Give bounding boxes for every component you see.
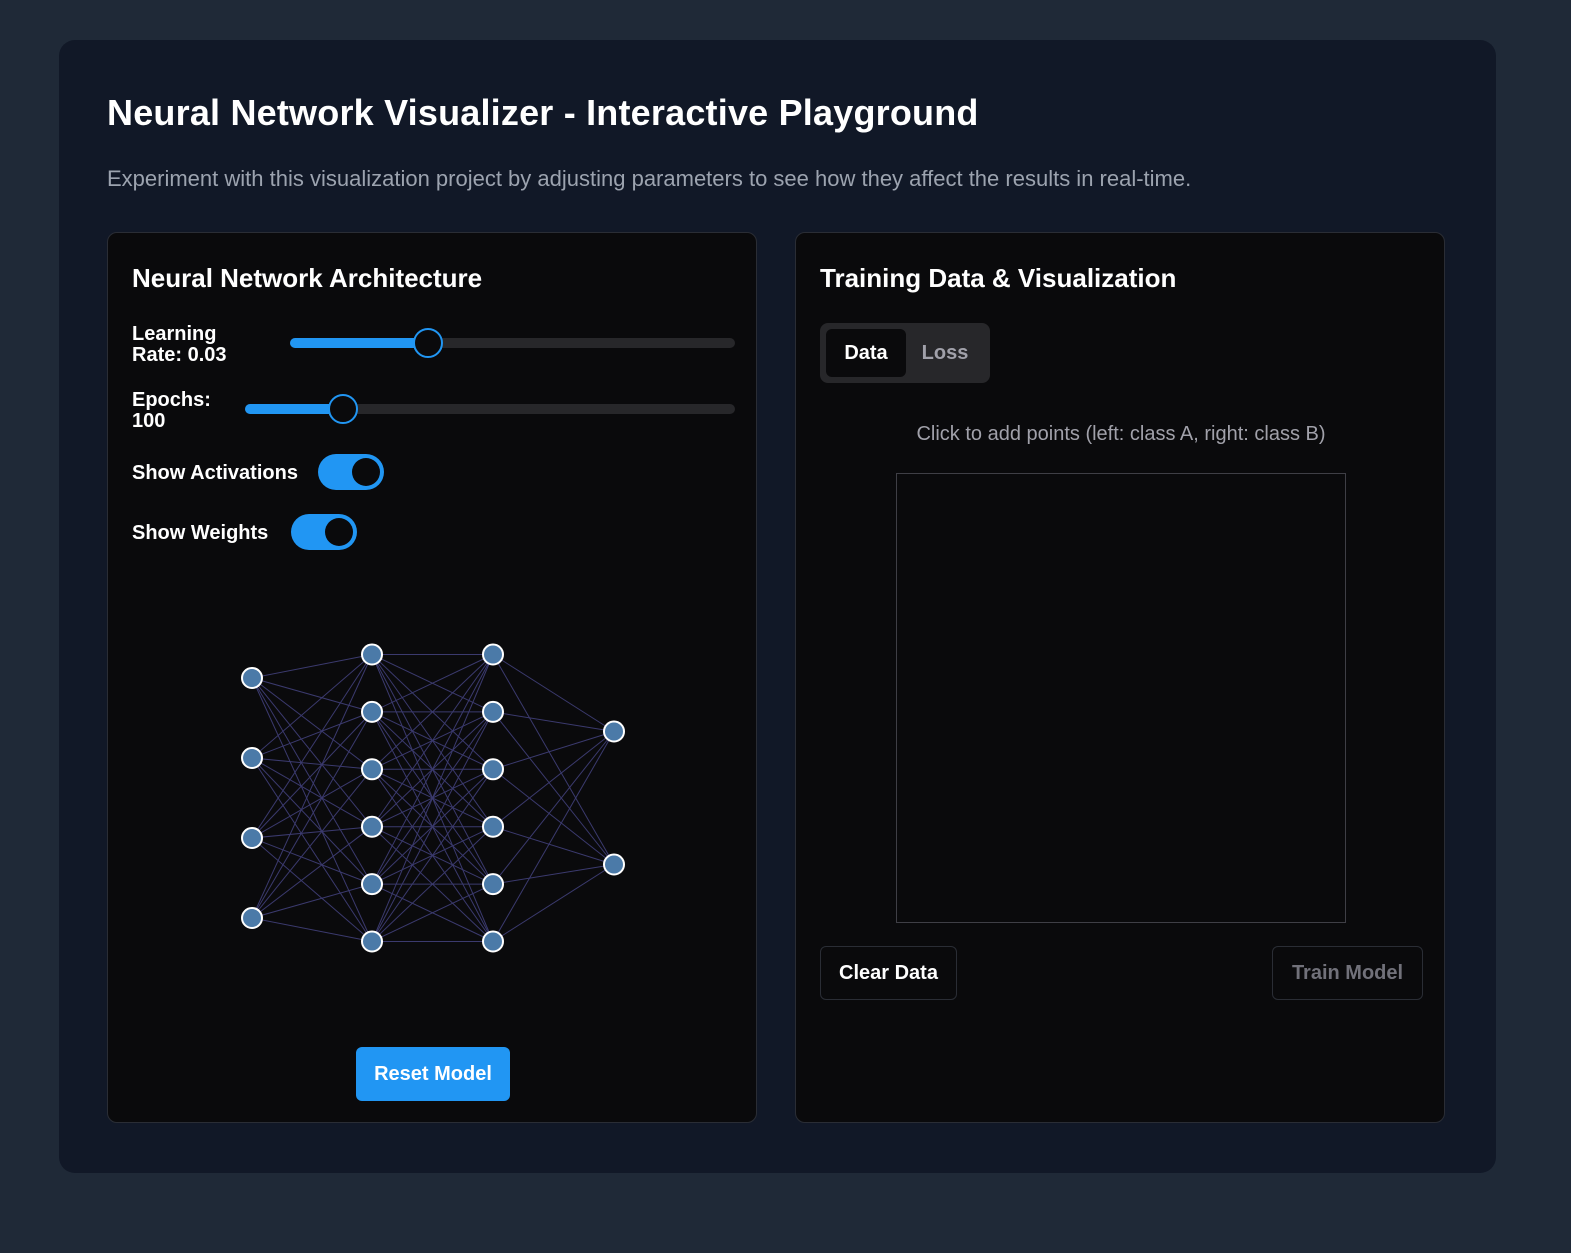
neuron-node-l3-0 <box>603 720 625 743</box>
clear-data-button[interactable]: Clear Data <box>820 946 957 1000</box>
weight-edge-l0-0-0 <box>251 654 373 679</box>
weight-edge-l2-5-0 <box>492 731 615 942</box>
neuron-node-l2-5 <box>482 930 504 953</box>
neuron-node-l1-2 <box>361 758 383 781</box>
neuron-node-l3-1 <box>603 853 625 876</box>
view-tabs: Data Loss <box>820 323 990 383</box>
neuron-node-l2-2 <box>482 758 504 781</box>
weight-edge-l0-0-3 <box>251 677 373 828</box>
reset-model-button[interactable]: Reset Model <box>356 1047 510 1101</box>
training-title: Training Data & Visualization <box>820 263 1177 293</box>
network-diagram <box>241 643 625 953</box>
neuron-node-l0-2 <box>241 827 263 849</box>
neuron-node-l0-0 <box>241 667 263 689</box>
weight-edge-l0-3-5 <box>251 917 373 942</box>
page-subtitle: Experiment with this visualization proje… <box>107 166 1192 191</box>
neuron-node-l1-1 <box>361 700 383 723</box>
weight-edge-l0-0-2 <box>251 677 373 770</box>
neuron-node-l1-5 <box>361 930 383 953</box>
neuron-node-l2-0 <box>482 643 504 666</box>
training-panel: Training Data & Visualization Data Loss … <box>795 232 1445 1123</box>
weight-edge-l0-2-1 <box>251 711 373 839</box>
neuron-node-l0-1 <box>241 747 263 769</box>
weight-edge-l2-5-1 <box>492 864 615 942</box>
weight-edge-l2-2-1 <box>492 768 615 865</box>
weight-edge-l2-1-0 <box>492 711 615 732</box>
add-points-hint: Click to add points (left: class A, righ… <box>916 423 1326 445</box>
weight-edge-l2-4-1 <box>492 864 615 885</box>
tab-loss[interactable]: Loss <box>906 329 984 377</box>
neuron-node-l2-4 <box>482 873 504 896</box>
weight-edge-l2-0-0 <box>492 654 615 732</box>
weight-edge-l2-1-1 <box>492 711 615 865</box>
weight-edge-l0-3-2 <box>251 768 373 919</box>
train-model-button[interactable]: Train Model <box>1272 946 1423 1000</box>
neuron-node-l1-0 <box>361 643 383 666</box>
page-title: Neural Network Visualizer - Interactive … <box>107 92 979 133</box>
tab-data[interactable]: Data <box>826 329 906 377</box>
weight-edge-l0-2-4 <box>251 837 373 885</box>
neuron-node-l2-3 <box>482 815 504 838</box>
architecture-panel: Neural Network Architecture Learning Rat… <box>107 232 757 1123</box>
weight-edge-l2-0-1 <box>492 654 615 865</box>
weight-edge-l0-3-3 <box>251 826 373 919</box>
neuron-node-l1-3 <box>361 815 383 838</box>
weight-edge-l0-1-2 <box>251 757 373 770</box>
data-canvas[interactable] <box>896 473 1346 923</box>
neuron-node-l2-1 <box>482 700 504 723</box>
weight-edge-l0-1-4 <box>251 757 373 885</box>
neuron-node-l1-4 <box>361 873 383 896</box>
app-container: Neural Network Visualizer - Interactive … <box>59 40 1496 1173</box>
neuron-node-l0-3 <box>241 907 263 929</box>
weight-edge-l2-3-0 <box>492 731 615 828</box>
weight-edge-l0-1-1 <box>251 711 373 759</box>
weight-edge-l0-2-3 <box>251 826 373 839</box>
weight-edge-l2-4-0 <box>492 731 615 885</box>
